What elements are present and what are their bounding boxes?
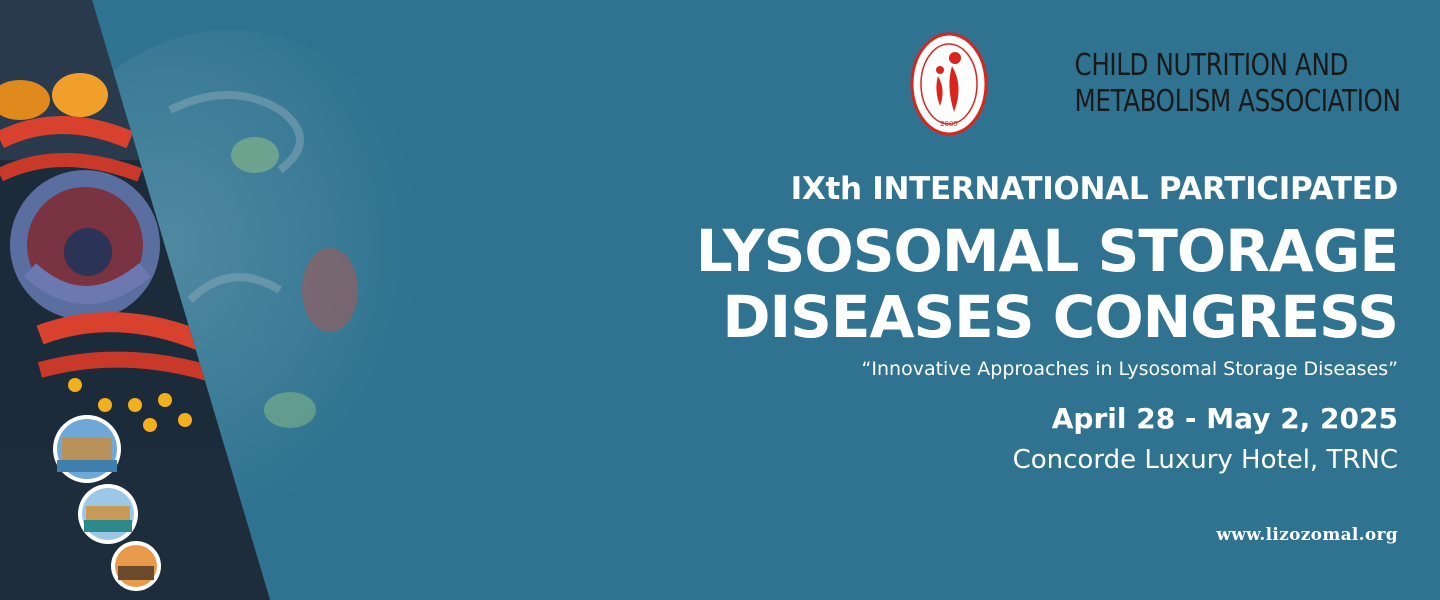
congress-dates: April 28 - May 2, 2025 bbox=[1051, 402, 1398, 435]
congress-title-line1: LYSOSOMAL STORAGE bbox=[695, 217, 1399, 285]
photo-circle-sunset bbox=[111, 541, 161, 591]
cell-illustration bbox=[0, 0, 560, 600]
congress-title: LYSOSOMAL STORAGE DISEASES CONGRESS bbox=[578, 217, 1399, 351]
congress-kicker: IXth INTERNATIONAL PARTICIPATED bbox=[790, 171, 1399, 207]
congress-banner: 2005 CHILD NUTRITION AND METABOLISM ASSO… bbox=[0, 0, 1440, 600]
photo-circle-harbor bbox=[78, 484, 138, 544]
congress-venue: Concorde Luxury Hotel, TRNC bbox=[1012, 445, 1398, 475]
congress-title-line2: DISEASES CONGRESS bbox=[722, 283, 1399, 351]
website-link[interactable]: www.lizozomal.org bbox=[1216, 525, 1398, 545]
organization-name: CHILD NUTRITION AND METABOLISM ASSOCIATI… bbox=[1074, 48, 1400, 120]
congress-info: IXth INTERNATIONAL PARTICIPATED LYSOSOMA… bbox=[578, 168, 1399, 476]
congress-tagline: “Innovative Approaches in Lysosomal Stor… bbox=[861, 358, 1398, 380]
photo-circle-castle bbox=[53, 415, 121, 483]
organization-name-line2: METABOLISM ASSOCIATION bbox=[1074, 84, 1400, 119]
organization-header: 2005 CHILD NUTRITION AND METABOLISM ASSO… bbox=[909, 30, 1400, 138]
organization-name-line1: CHILD NUTRITION AND bbox=[1074, 48, 1348, 83]
svg-text:2005: 2005 bbox=[940, 120, 958, 128]
association-seal-logo: 2005 bbox=[910, 32, 987, 136]
